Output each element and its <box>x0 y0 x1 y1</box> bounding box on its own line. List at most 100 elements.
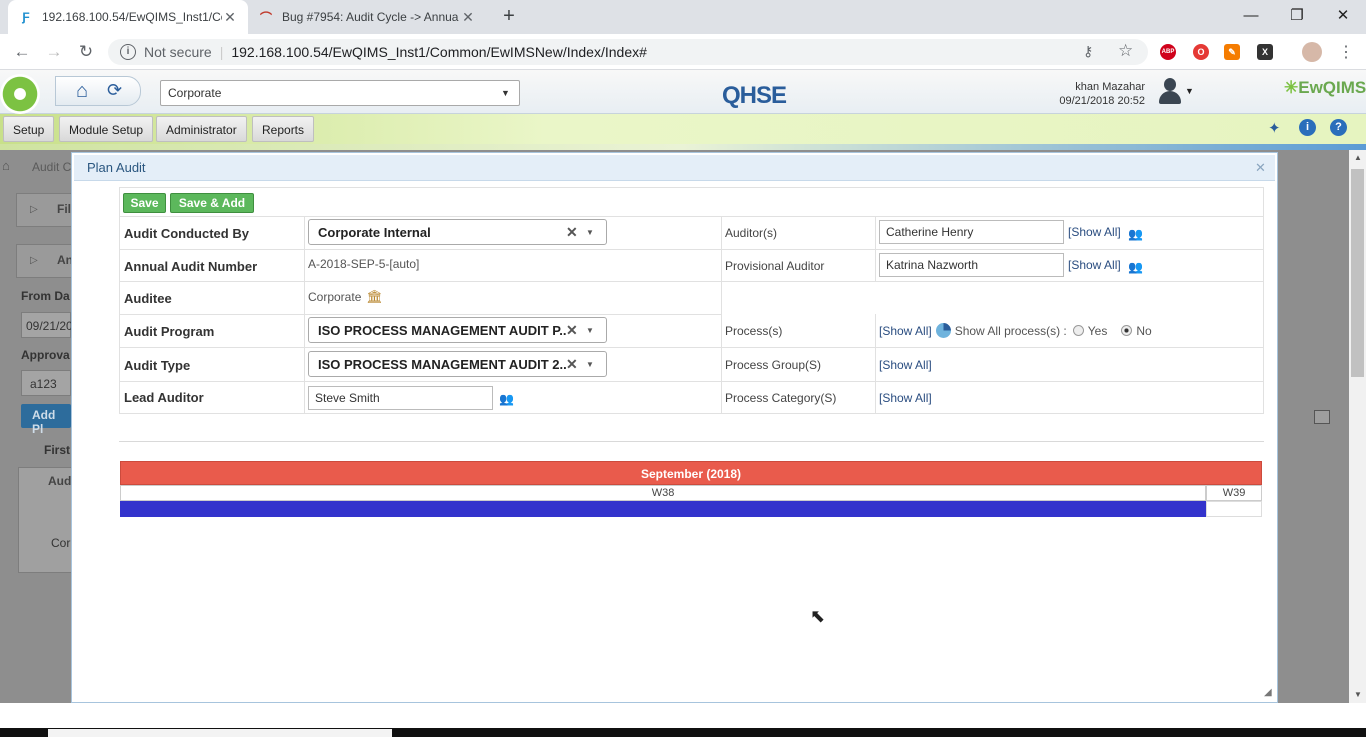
section-divider <box>119 441 1264 442</box>
select-provisional-icon[interactable]: 👥 <box>1128 260 1143 274</box>
resize-grip-icon[interactable]: ◢ <box>1264 687 1272 698</box>
scroll-down-icon[interactable]: ▼ <box>1354 690 1362 699</box>
grid-column-header: Aud <box>48 474 72 488</box>
row-divider <box>119 249 1264 250</box>
key-icon[interactable]: ⚷ <box>1083 43 1093 60</box>
select-user-icon[interactable]: 👥 <box>499 392 514 406</box>
row-divider <box>119 347 1264 348</box>
no-label: No <box>1136 323 1152 338</box>
site-select[interactable]: Corporate ▼ <box>160 80 520 106</box>
close-window-icon[interactable]: ✕ <box>1320 0 1366 30</box>
audit-schedule-bar[interactable] <box>120 501 1206 517</box>
audit-conducted-by-select[interactable]: Corporate Internal ✕ ▼ <box>308 219 607 245</box>
auditors-label: Auditor(s) <box>725 226 778 240</box>
profile-avatar[interactable] <box>1302 42 1322 62</box>
clear-icon[interactable]: ✕ <box>566 356 586 373</box>
provisional-auditor-field[interactable]: Katrina Nazworth <box>879 253 1064 277</box>
extension-icon[interactable]: ✎ <box>1224 44 1240 60</box>
week-header-w38: W38 <box>120 485 1206 501</box>
new-tab-button[interactable]: + <box>498 5 520 27</box>
scroll-thumb[interactable] <box>1351 169 1364 377</box>
refresh-icon[interactable]: ⟳ <box>107 80 122 101</box>
user-name: khan Mazahar <box>1075 81 1145 93</box>
audit-type-select[interactable]: ISO PROCESS MANAGEMENT AUDIT 2... ✕ ▼ <box>308 351 607 377</box>
site-select-value: Corporate <box>168 86 222 100</box>
menu-reports[interactable]: Reports <box>252 116 315 142</box>
expand-icon: ▷ <box>30 255 38 266</box>
ewims-logo-icon <box>0 74 40 114</box>
pin-icon[interactable]: ✦ <box>1268 119 1281 137</box>
close-tab-icon[interactable]: ✕ <box>222 9 238 26</box>
save-button[interactable]: Save <box>123 193 166 213</box>
process-category-label: Process Category(S) <box>725 391 837 405</box>
lead-auditor-label: Lead Auditor <box>124 390 204 405</box>
restore-icon[interactable]: ❐ <box>1274 0 1320 30</box>
info-icon[interactable]: i <box>120 44 136 60</box>
reload-icon[interactable]: ↻ <box>74 41 98 63</box>
expand-icon: ▷ <box>30 204 38 215</box>
browser-tab-active[interactable]: Ƒ 192.168.100.54/EwQIMS_Inst1/Co ✕ <box>8 0 248 34</box>
home-icon[interactable]: ⌂ <box>76 80 88 103</box>
calendar-month-label: September (2018) <box>640 467 742 481</box>
show-all-process-label: Show All process(s) : <box>954 323 1067 338</box>
user-avatar-icon[interactable] <box>1157 76 1183 106</box>
menu-setup[interactable]: Setup <box>3 116 55 142</box>
extension-x-icon[interactable]: X <box>1257 44 1273 60</box>
close-tab-icon[interactable]: ✕ <box>460 9 476 26</box>
week-header-w39: W39 <box>1206 485 1262 501</box>
process-chart-icon <box>935 323 951 338</box>
add-plan-button: Add Pl <box>21 404 71 436</box>
col-divider <box>721 216 722 414</box>
security-label[interactable]: Not secure <box>144 44 212 60</box>
qhse-brand: QHSE <box>722 82 787 109</box>
user-menu-chevron-icon[interactable]: ▼ <box>1185 86 1194 96</box>
info-icon[interactable]: i <box>1299 119 1316 136</box>
chevron-down-icon: ▼ <box>586 325 594 335</box>
browser-menu-icon[interactable]: ⋮ <box>1338 42 1354 62</box>
browser-tab[interactable]: ⌒ Bug #7954: Audit Cycle -> Annua ✕ <box>248 0 486 34</box>
address-bar[interactable]: i Not secure | 192.168.100.54/EwQIMS_Ins… <box>108 39 1148 65</box>
process-group-label: Process Group(S) <box>725 358 822 372</box>
col-divider <box>875 314 876 414</box>
back-icon[interactable]: ← <box>10 41 34 63</box>
process-category-show-all-link[interactable]: [Show All] <box>879 391 932 405</box>
scroll-up-icon[interactable]: ▲ <box>1354 153 1362 162</box>
tab-title: 192.168.100.54/EwQIMS_Inst1/Co <box>42 10 222 24</box>
close-dialog-icon[interactable]: ✕ <box>1255 160 1266 176</box>
row-divider <box>119 314 722 315</box>
url-text[interactable]: 192.168.100.54/EwQIMS_Inst1/Common/EwIMS… <box>231 44 647 60</box>
yes-label: Yes <box>1087 323 1108 338</box>
filter-label: Fil <box>57 202 71 216</box>
taskbar-search-box[interactable] <box>48 729 392 737</box>
save-and-add-button[interactable]: Save & Add <box>170 193 254 213</box>
lead-auditor-field[interactable]: Steve Smith <box>308 386 493 410</box>
help-icon[interactable]: ? <box>1330 119 1347 136</box>
user-datetime: 09/21/2018 20:52 <box>1059 95 1145 107</box>
clear-icon[interactable]: ✕ <box>566 224 586 241</box>
form-table <box>119 187 1264 414</box>
provisional-show-all-link[interactable]: [Show All] <box>1068 258 1121 272</box>
annual-audit-number-label: Annual Audit Number <box>124 259 258 274</box>
process-group-show-all-link[interactable]: [Show All] <box>879 358 932 372</box>
empty-week-cell <box>1206 501 1262 517</box>
approval-label: Approva <box>21 348 70 362</box>
redmine-favicon-icon: ⌒ <box>259 10 272 25</box>
yes-radio[interactable] <box>1072 325 1084 336</box>
menu-administrator[interactable]: Administrator <box>156 116 247 142</box>
auditors-show-all-link[interactable]: [Show All] <box>1068 225 1121 239</box>
auditors-field[interactable]: Catherine Henry <box>879 220 1064 244</box>
no-radio[interactable] <box>1121 325 1133 336</box>
opera-extension-icon[interactable]: O <box>1193 44 1209 60</box>
forward-icon[interactable]: → <box>42 41 66 63</box>
process-show-all-link[interactable]: [Show All] <box>879 324 932 338</box>
audit-program-select[interactable]: ISO PROCESS MANAGEMENT AUDIT P... ✕ ▼ <box>308 317 607 343</box>
select-auditors-icon[interactable]: 👥 <box>1128 227 1143 241</box>
dialog-title: Plan Audit <box>87 160 146 175</box>
minimize-icon[interactable]: — <box>1228 0 1274 30</box>
adblock-icon[interactable]: ABP <box>1160 44 1176 60</box>
bookmark-star-icon[interactable]: ☆ <box>1118 41 1133 61</box>
clear-icon[interactable]: ✕ <box>566 322 586 339</box>
breadcrumb-home-icon: ⌂ <box>2 158 10 173</box>
menu-module-setup[interactable]: Module Setup <box>59 116 154 142</box>
col-divider <box>875 216 876 282</box>
